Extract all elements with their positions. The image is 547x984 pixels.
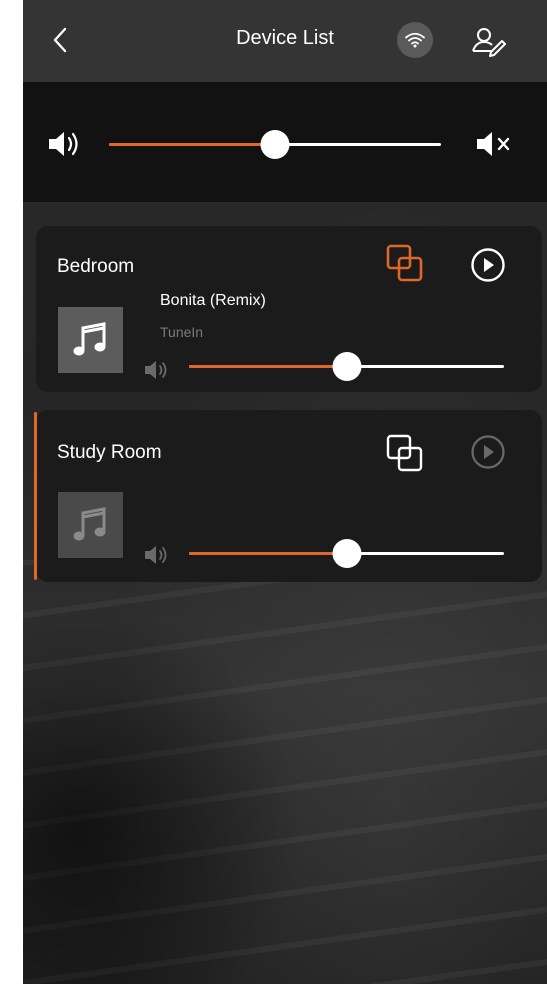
group-devices-icon[interactable]	[385, 243, 425, 285]
track-title: Bonita (Remix)	[160, 292, 266, 309]
group-devices-icon[interactable]	[385, 433, 425, 475]
app-header: Device List	[23, 0, 547, 82]
device-volume-slider[interactable]	[189, 352, 504, 381]
track-source: TuneIn	[160, 324, 204, 340]
device-card-bedroom[interactable]: Bedroom Bonita (Remix) TuneIn	[36, 226, 542, 392]
wifi-button[interactable]	[397, 22, 433, 58]
wifi-icon	[405, 32, 425, 48]
speaker-icon	[145, 361, 167, 379]
device-name: Study Room	[57, 442, 162, 463]
speaker-mute-icon[interactable]	[475, 130, 515, 158]
slider-thumb[interactable]	[260, 130, 290, 159]
music-note-icon	[73, 507, 105, 541]
speaker-icon[interactable]	[47, 130, 83, 158]
speaker-icon	[145, 546, 167, 564]
device-list-screen: Device List Bedroom Bonita (Remix) TuneI…	[23, 0, 547, 984]
device-name: Bedroom	[57, 256, 135, 277]
album-art	[58, 307, 123, 373]
selected-indicator	[34, 412, 37, 580]
account-button[interactable]	[468, 22, 508, 60]
play-circle-icon[interactable]	[470, 434, 506, 470]
master-volume-bar	[23, 82, 547, 202]
device-volume-slider[interactable]	[189, 539, 504, 568]
slider-thumb[interactable]	[332, 539, 361, 568]
master-volume-slider[interactable]	[109, 130, 441, 159]
device-card-study-room[interactable]: Study Room	[34, 410, 542, 582]
user-edit-icon	[472, 28, 506, 57]
music-note-icon	[73, 322, 105, 356]
play-circle-icon[interactable]	[470, 247, 506, 283]
slider-thumb[interactable]	[332, 352, 361, 381]
album-art	[58, 492, 123, 558]
